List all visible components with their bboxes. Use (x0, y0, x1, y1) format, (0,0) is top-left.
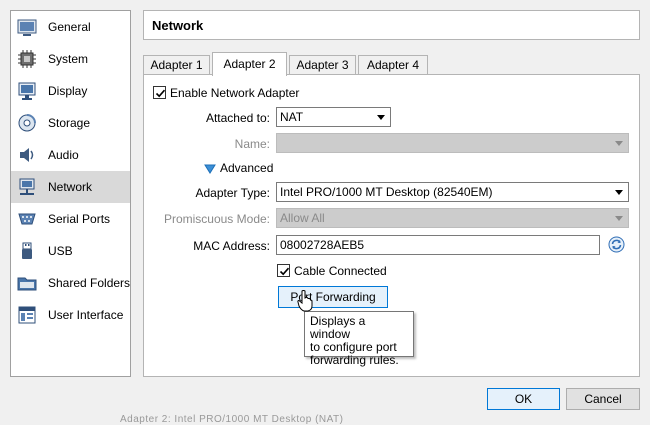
sidebar-item-audio[interactable]: Audio (11, 139, 130, 171)
cable-connected-checkbox[interactable] (277, 264, 290, 277)
storage-disk-icon (17, 113, 37, 133)
user-interface-icon (17, 305, 37, 325)
system-chip-icon (17, 49, 37, 69)
page-header: Network (143, 10, 640, 40)
usb-icon (17, 241, 37, 261)
attached-to-value: NAT (280, 110, 304, 124)
advanced-label[interactable]: Advanced (220, 161, 273, 175)
tab-adapter-2[interactable]: Adapter 2 (212, 52, 287, 76)
attached-to-select[interactable]: NAT (276, 107, 391, 127)
chevron-down-icon (615, 216, 623, 221)
sidebar-item-label: User Interface (48, 308, 124, 322)
adapter-type-value: Intel PRO/1000 MT Desktop (82540EM) (280, 185, 493, 199)
tab-adapter-3[interactable]: Adapter 3 (289, 55, 356, 75)
advanced-toggle-icon[interactable] (204, 163, 216, 177)
refresh-mac-button[interactable] (608, 236, 625, 256)
enable-adapter-label: Enable Network Adapter (170, 86, 300, 100)
sidebar-item-label: Serial Ports (48, 212, 111, 226)
sidebar-item-usb[interactable]: USB (11, 235, 130, 267)
refresh-icon (608, 236, 625, 253)
sidebar-item-label: Network (48, 180, 93, 194)
name-label: Name: (234, 137, 270, 151)
general-icon (17, 17, 37, 37)
tooltip-line: forwarding rules. (310, 353, 399, 367)
sidebar-item-label: Display (48, 84, 88, 98)
port-forwarding-button[interactable]: Port Forwarding (278, 286, 388, 308)
tab-adapter-4[interactable]: Adapter 4 (358, 55, 428, 75)
cable-connected-label: Cable Connected (294, 264, 387, 278)
chevron-down-icon (615, 141, 623, 146)
enable-adapter-checkbox[interactable] (153, 86, 166, 99)
cancel-button[interactable]: Cancel (566, 388, 640, 410)
background-window-text: Adapter 2: Intel PRO/1000 MT Desktop (NA… (120, 414, 344, 425)
name-select[interactable] (276, 133, 629, 153)
sidebar-item-label: Shared Folders (48, 276, 131, 290)
sidebar-item-label: General (48, 20, 91, 34)
page-title: Network (152, 18, 204, 33)
promiscuous-mode-label: Promiscuous Mode: (163, 212, 270, 226)
sidebar-item-display[interactable]: Display (11, 75, 130, 107)
serial-port-icon (17, 209, 37, 229)
sidebar-item-network[interactable]: Network (11, 171, 130, 203)
chevron-down-icon (615, 190, 623, 195)
sidebar-item-storage[interactable]: Storage (11, 107, 130, 139)
mac-address-field[interactable]: 08002728AEB5 (276, 235, 600, 255)
network-icon (17, 177, 37, 197)
tooltip-line: Displays a window (310, 314, 366, 341)
tab-adapter-1[interactable]: Adapter 1 (143, 55, 210, 75)
audio-speaker-icon (17, 145, 37, 165)
chevron-down-icon (377, 115, 385, 120)
settings-sidebar: General System Display Storage Audio Net… (10, 10, 131, 377)
sidebar-item-label: Storage (48, 116, 91, 130)
sidebar-item-shared-folders[interactable]: Shared Folders (11, 267, 130, 299)
sidebar-item-general[interactable]: General (11, 11, 130, 43)
adapter-type-select[interactable]: Intel PRO/1000 MT Desktop (82540EM) (276, 182, 629, 202)
promiscuous-mode-select[interactable]: Allow All (276, 208, 629, 228)
sidebar-item-label: USB (48, 244, 73, 258)
attached-to-label: Attached to: (205, 111, 270, 125)
sidebar-item-user-interface[interactable]: User Interface (11, 299, 130, 331)
check-icon (155, 89, 166, 98)
display-monitor-icon (17, 81, 37, 101)
sidebar-item-serial-ports[interactable]: Serial Ports (11, 203, 130, 235)
mac-address-label: MAC Address: (193, 239, 270, 253)
port-forwarding-tooltip: Displays a window to configure port forw… (304, 311, 414, 367)
check-icon (279, 267, 290, 276)
ok-button[interactable]: OK (487, 388, 560, 410)
hand-cursor-icon (297, 290, 313, 315)
adapter-type-label: Adapter Type: (195, 186, 271, 200)
sidebar-item-system[interactable]: System (11, 43, 130, 75)
sidebar-item-label: System (48, 52, 89, 66)
promiscuous-mode-value: Allow All (280, 211, 325, 225)
shared-folder-icon (17, 273, 37, 293)
sidebar-item-label: Audio (48, 148, 79, 162)
